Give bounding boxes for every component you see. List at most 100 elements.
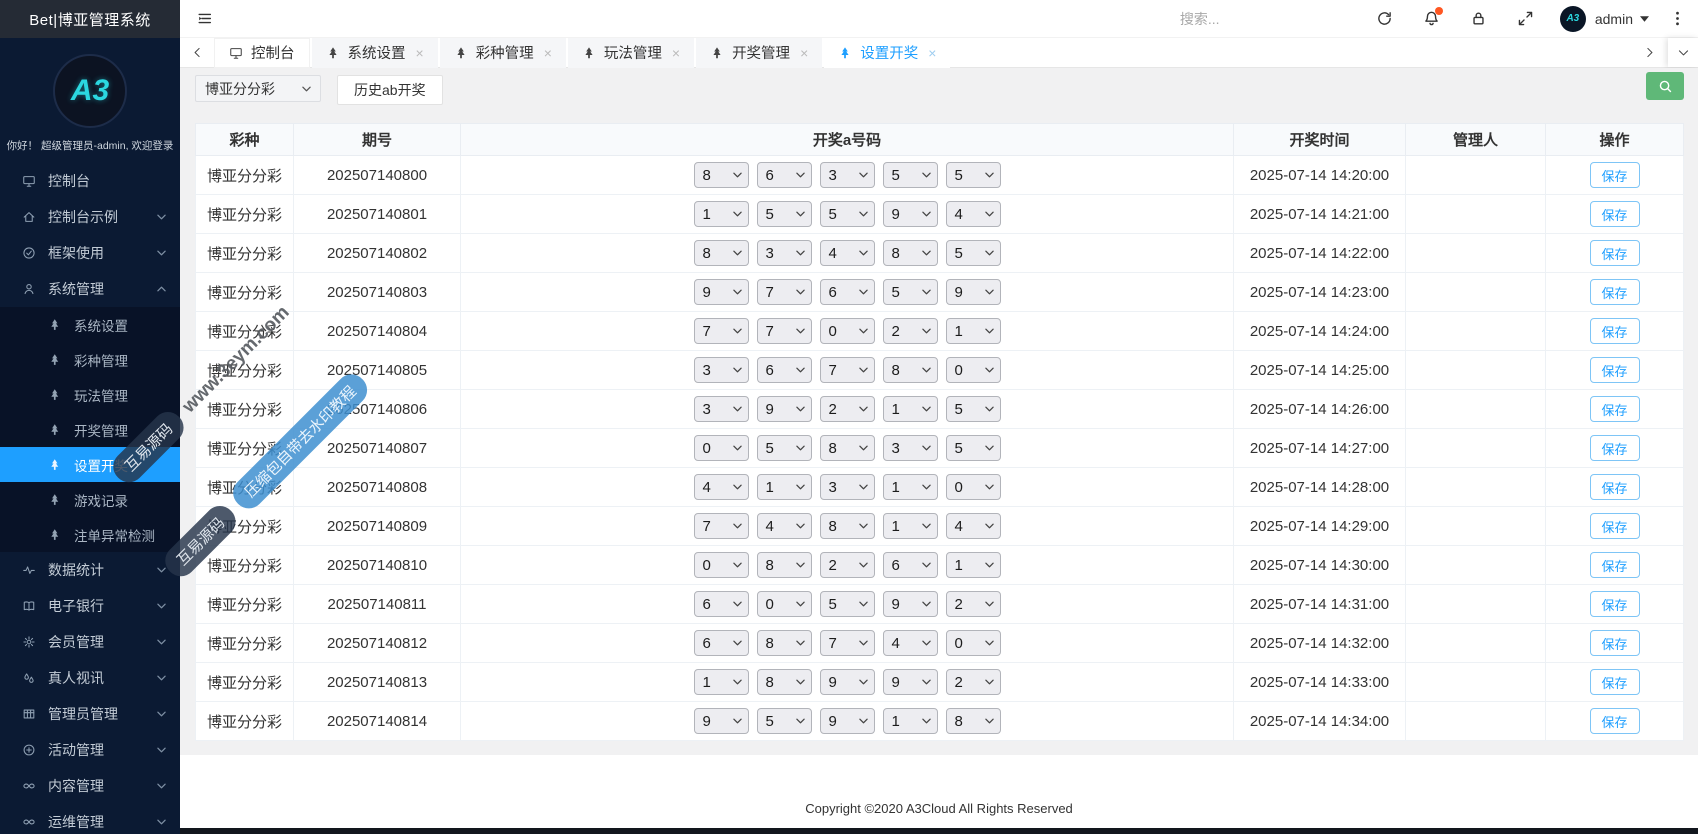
number-select[interactable]: 6 xyxy=(694,630,749,656)
number-select[interactable]: 4 xyxy=(946,513,1001,539)
sidebar-item-set-draw[interactable]: 设置开奖 xyxy=(0,447,180,482)
save-button[interactable]: 保存 xyxy=(1590,357,1640,383)
number-select[interactable]: 9 xyxy=(694,708,749,734)
number-select[interactable]: 0 xyxy=(694,552,749,578)
sidebar-item-ebank[interactable]: 电子银行 xyxy=(0,588,180,624)
tab-play-manage[interactable]: 玩法管理× xyxy=(568,38,694,68)
number-select[interactable]: 8 xyxy=(757,630,812,656)
sidebar-item-content[interactable]: 内容管理 xyxy=(0,768,180,804)
number-select[interactable]: 5 xyxy=(820,591,875,617)
save-button[interactable]: 保存 xyxy=(1590,630,1640,656)
sidebar-item-members[interactable]: 会员管理 xyxy=(0,624,180,660)
number-select[interactable]: 9 xyxy=(883,201,938,227)
table-search-button[interactable] xyxy=(1646,72,1684,100)
number-select[interactable]: 6 xyxy=(757,357,812,383)
close-icon[interactable]: × xyxy=(416,46,424,60)
save-button[interactable]: 保存 xyxy=(1590,513,1640,539)
sidebar-item-console[interactable]: 控制台 xyxy=(0,163,180,199)
tab-set-draw[interactable]: 设置开奖× xyxy=(824,38,950,68)
number-select[interactable]: 3 xyxy=(694,357,749,383)
number-select[interactable]: 5 xyxy=(883,162,938,188)
number-select[interactable]: 7 xyxy=(820,630,875,656)
number-select[interactable]: 3 xyxy=(694,396,749,422)
number-select[interactable]: 4 xyxy=(694,474,749,500)
number-select[interactable]: 4 xyxy=(757,513,812,539)
menu-toggle-icon[interactable] xyxy=(196,10,213,27)
number-select[interactable]: 7 xyxy=(694,513,749,539)
number-select[interactable]: 8 xyxy=(820,435,875,461)
history-ab-button[interactable]: 历史ab开奖 xyxy=(337,75,443,105)
number-select[interactable]: 5 xyxy=(757,708,812,734)
number-select[interactable]: 0 xyxy=(946,357,1001,383)
lock-icon[interactable] xyxy=(1470,10,1487,27)
sidebar-item-activities[interactable]: 活动管理 xyxy=(0,732,180,768)
number-select[interactable]: 0 xyxy=(694,435,749,461)
save-button[interactable]: 保存 xyxy=(1590,201,1640,227)
number-select[interactable]: 3 xyxy=(883,435,938,461)
number-select[interactable]: 5 xyxy=(946,240,1001,266)
tab-draw-manage[interactable]: 开奖管理× xyxy=(696,38,822,68)
number-select[interactable]: 5 xyxy=(946,396,1001,422)
save-button[interactable]: 保存 xyxy=(1590,669,1640,695)
number-select[interactable]: 6 xyxy=(820,279,875,305)
number-select[interactable]: 9 xyxy=(883,669,938,695)
number-select[interactable]: 2 xyxy=(946,591,1001,617)
tabs-dropdown[interactable] xyxy=(1668,38,1698,67)
number-select[interactable]: 2 xyxy=(820,396,875,422)
sidebar-item-draw-manage[interactable]: 开奖管理 xyxy=(0,412,180,447)
number-select[interactable]: 8 xyxy=(694,240,749,266)
number-select[interactable]: 4 xyxy=(883,630,938,656)
sidebar-item-play-manage[interactable]: 玩法管理 xyxy=(0,377,180,412)
number-select[interactable]: 2 xyxy=(946,669,1001,695)
lottery-select[interactable]: 博亚分分彩 xyxy=(195,75,321,102)
number-select[interactable]: 8 xyxy=(883,357,938,383)
save-button[interactable]: 保存 xyxy=(1590,162,1640,188)
close-icon[interactable]: × xyxy=(544,46,552,60)
sidebar-item-order-anomaly[interactable]: 注单异常检测 xyxy=(0,517,180,552)
user-menu[interactable]: admin xyxy=(1595,11,1649,27)
number-select[interactable]: 0 xyxy=(820,318,875,344)
search-input[interactable] xyxy=(1180,11,1320,27)
number-select[interactable]: 7 xyxy=(820,357,875,383)
number-select[interactable]: 5 xyxy=(946,162,1001,188)
sidebar-item-console-demo[interactable]: 控制台示例 xyxy=(0,199,180,235)
sidebar-item-game-records[interactable]: 游戏记录 xyxy=(0,482,180,517)
tab-system-settings[interactable]: 系统设置× xyxy=(312,38,438,68)
number-select[interactable]: 5 xyxy=(820,201,875,227)
save-button[interactable]: 保存 xyxy=(1590,474,1640,500)
tabs-scroll-left[interactable] xyxy=(184,38,210,68)
avatar[interactable]: A3 xyxy=(1560,6,1586,32)
save-button[interactable]: 保存 xyxy=(1590,591,1640,617)
number-select[interactable]: 2 xyxy=(820,552,875,578)
more-vertical-icon[interactable] xyxy=(1669,10,1686,27)
save-button[interactable]: 保存 xyxy=(1590,708,1640,734)
save-button[interactable]: 保存 xyxy=(1590,279,1640,305)
number-select[interactable]: 9 xyxy=(883,591,938,617)
sidebar-item-live-video[interactable]: 真人视讯 xyxy=(0,660,180,696)
fullscreen-icon[interactable] xyxy=(1517,10,1534,27)
number-select[interactable]: 7 xyxy=(757,279,812,305)
number-select[interactable]: 9 xyxy=(694,279,749,305)
number-select[interactable]: 0 xyxy=(946,474,1001,500)
save-button[interactable]: 保存 xyxy=(1590,552,1640,578)
number-select[interactable]: 7 xyxy=(757,318,812,344)
number-select[interactable]: 8 xyxy=(757,669,812,695)
number-select[interactable]: 5 xyxy=(757,435,812,461)
tabs-scroll-right[interactable] xyxy=(1636,38,1662,68)
number-select[interactable]: 4 xyxy=(820,240,875,266)
number-select[interactable]: 9 xyxy=(820,669,875,695)
save-button[interactable]: 保存 xyxy=(1590,318,1640,344)
number-select[interactable]: 6 xyxy=(757,162,812,188)
bell-icon[interactable] xyxy=(1423,10,1440,27)
save-button[interactable]: 保存 xyxy=(1590,240,1640,266)
number-select[interactable]: 3 xyxy=(820,162,875,188)
number-select[interactable]: 1 xyxy=(946,552,1001,578)
number-select[interactable]: 5 xyxy=(883,279,938,305)
number-select[interactable]: 6 xyxy=(883,552,938,578)
number-select[interactable]: 1 xyxy=(694,669,749,695)
number-select[interactable]: 1 xyxy=(694,201,749,227)
number-select[interactable]: 8 xyxy=(946,708,1001,734)
number-select[interactable]: 9 xyxy=(820,708,875,734)
save-button[interactable]: 保存 xyxy=(1590,396,1640,422)
sidebar-item-lottery-manage[interactable]: 彩种管理 xyxy=(0,342,180,377)
